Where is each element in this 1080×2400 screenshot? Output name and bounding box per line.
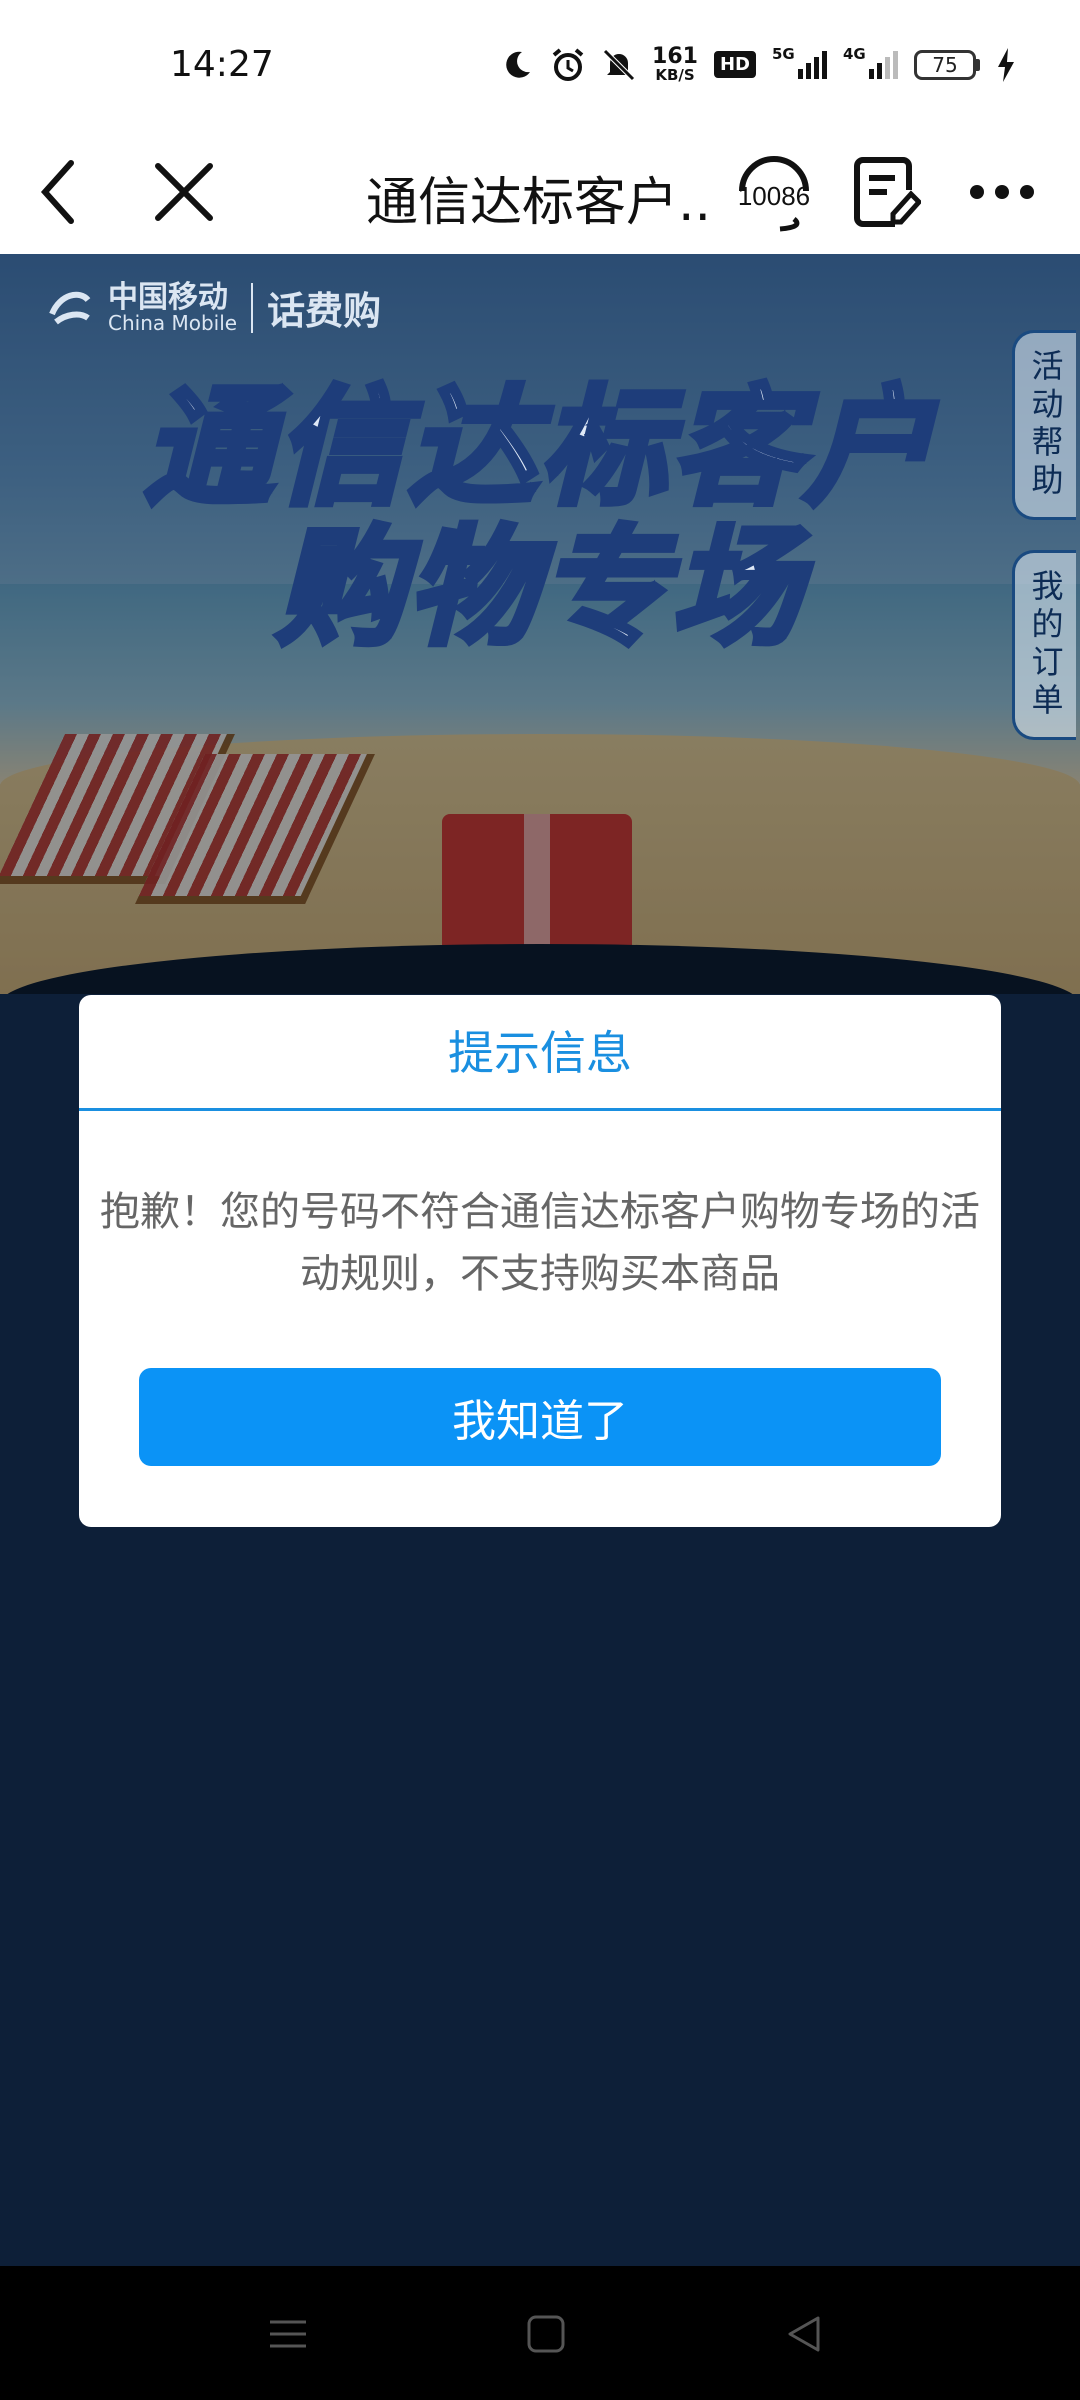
back-button[interactable] xyxy=(14,146,106,238)
recent-apps-button[interactable] xyxy=(266,2312,310,2356)
dialog-message: 抱歉！您的号码不符合通信达标客户购物专场的活动规则，不支持购买本商品 xyxy=(100,1189,980,1297)
home-icon xyxy=(527,2315,565,2353)
more-button[interactable] xyxy=(956,146,1048,238)
signal-4g-icon: 4G xyxy=(843,45,898,79)
note-edit-icon xyxy=(854,157,921,227)
more-icon xyxy=(970,185,1034,199)
moon-icon xyxy=(500,48,534,82)
prompt-dialog: 提示信息 抱歉！您的号码不符合通信达标客户购物专场的活动规则，不支持购买本商品 … xyxy=(79,995,1001,1527)
back-icon xyxy=(40,160,74,224)
signal-5g-icon: 5G xyxy=(772,45,827,79)
close-icon xyxy=(155,163,213,221)
charging-icon xyxy=(996,47,1016,82)
customer-service-icon: 10086 xyxy=(738,156,810,232)
brand-logo: 中国移动 China Mobile 话费购 xyxy=(46,280,381,335)
my-orders-tab[interactable]: 我的订单 xyxy=(1012,550,1076,740)
system-nav-bar xyxy=(0,2266,1080,2400)
status-time: 14:27 xyxy=(170,44,274,85)
alarm-icon xyxy=(550,47,586,83)
battery-icon: 75 xyxy=(914,49,980,80)
note-edit-button[interactable] xyxy=(840,146,932,238)
dialog-title: 提示信息 xyxy=(79,995,1001,1111)
svg-text:10086: 10086 xyxy=(738,181,810,211)
status-icons: 161 KB/S HD 5G 4G 75 xyxy=(500,44,1016,84)
hd-icon: HD xyxy=(713,51,756,78)
home-button[interactable] xyxy=(524,2312,568,2356)
activity-help-tab[interactable]: 活动帮助 xyxy=(1012,330,1076,520)
back-nav-button[interactable] xyxy=(782,2312,826,2356)
browser-nav-bar: 通信达标客户... 10086 xyxy=(0,130,1080,254)
triangle-back-icon xyxy=(788,2316,820,2352)
banner-headline-2: 购物专场 xyxy=(273,511,804,666)
confirm-button[interactable]: 我知道了 xyxy=(139,1368,941,1466)
customer-service-button[interactable]: 10086 xyxy=(724,146,824,238)
china-mobile-logo-icon xyxy=(49,291,91,324)
mute-icon xyxy=(602,48,636,82)
status-bar: 14:27 161 KB/S HD 5G 4G 75 xyxy=(0,0,1080,130)
menu-icon xyxy=(270,2320,306,2348)
page-title: 通信达标客户... xyxy=(366,173,716,233)
close-button[interactable] xyxy=(138,146,230,238)
promo-banner: 中国移动 China Mobile 话费购 通信达标客户 购物专场 活动帮助 我… xyxy=(0,254,1080,994)
network-speed: 161 KB/S xyxy=(652,44,698,84)
